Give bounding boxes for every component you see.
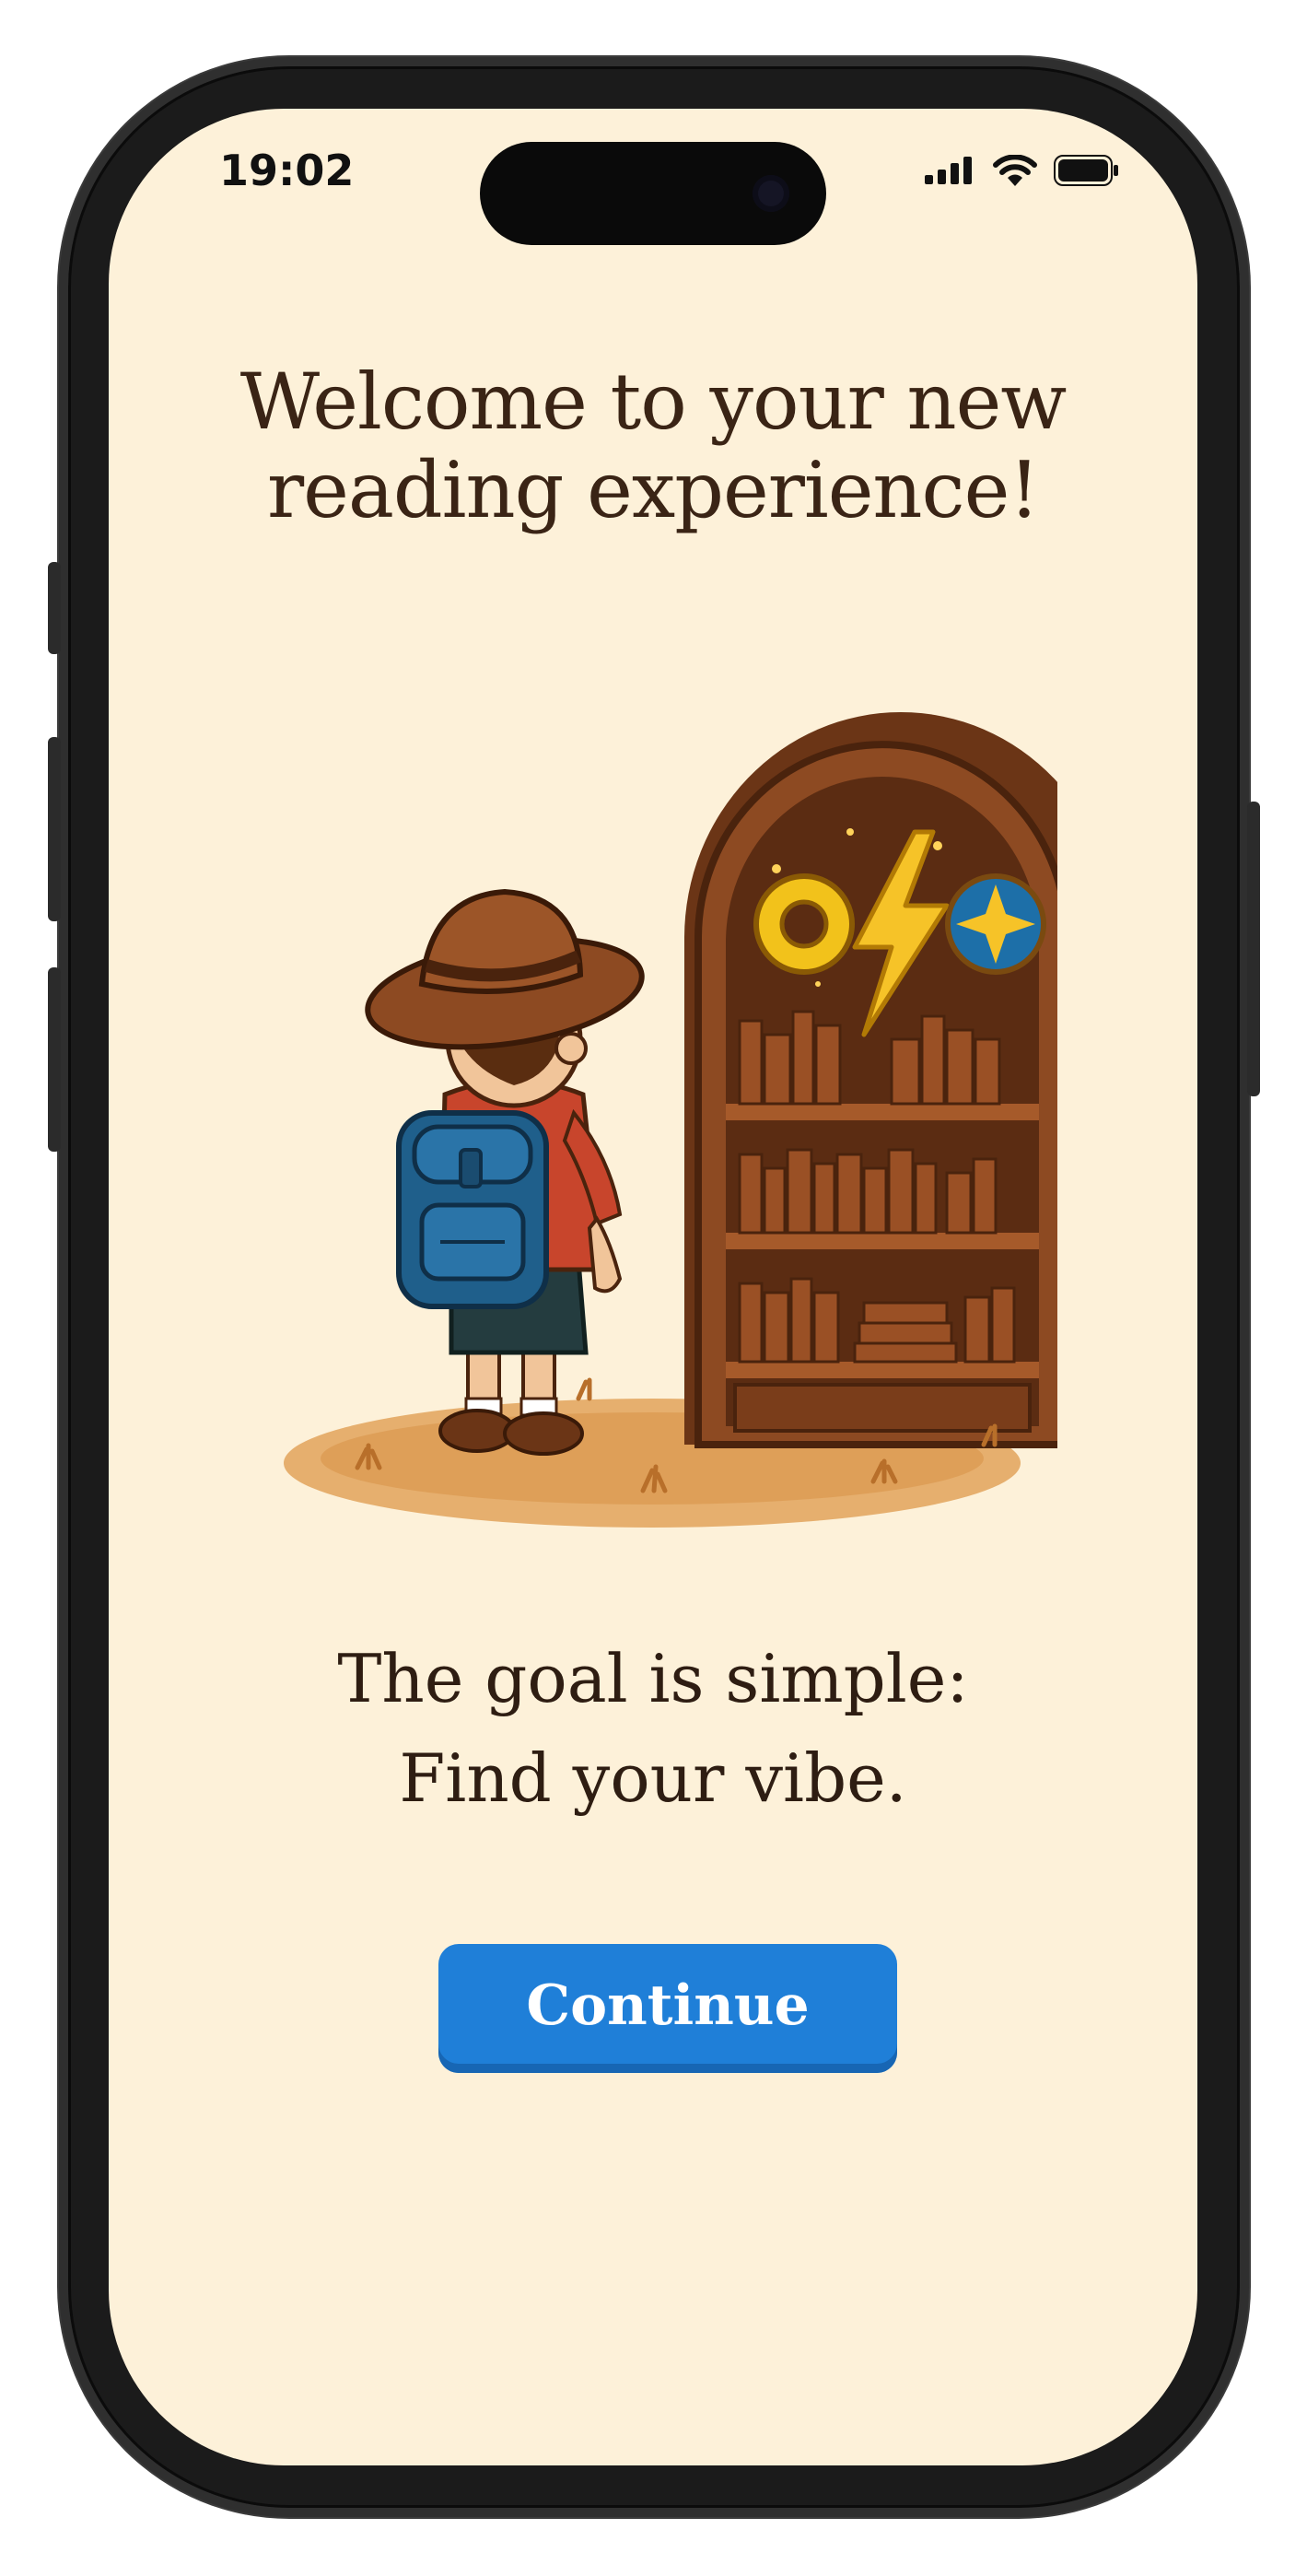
continue-button[interactable]: Continue [438, 1944, 897, 2073]
ring-icon [753, 873, 855, 975]
front-camera [753, 175, 789, 212]
explorer-and-bookcase-illustration [284, 712, 1057, 1528]
welcome-title: Welcome to your new reading experience! [109, 357, 1197, 534]
tagline: The goal is simple: Find your vibe. [109, 1629, 1197, 1828]
explorer-child [365, 888, 645, 1456]
wifi-icon [993, 155, 1037, 186]
action-button [48, 562, 61, 654]
welcome-title-line2: reading experience! [266, 445, 1040, 535]
dynamic-island [480, 142, 826, 245]
signal-icon [925, 157, 972, 184]
tagline-line2: Find your vibe. [399, 1739, 907, 1817]
volume-down-button [48, 967, 61, 1152]
welcome-title-line1: Welcome to your new [239, 357, 1067, 447]
star-icon [945, 873, 1046, 975]
power-button [1247, 802, 1260, 1096]
volume-up-button [48, 737, 61, 921]
battery-icon [1054, 155, 1118, 186]
bookcase [684, 712, 1057, 1448]
app-screen: 19:02 Welcome to your new reading experi… [109, 109, 1197, 2465]
status-icons [925, 155, 1120, 186]
tagline-line1: The goal is simple: [337, 1640, 969, 1717]
status-time: 19:02 [219, 146, 355, 195]
